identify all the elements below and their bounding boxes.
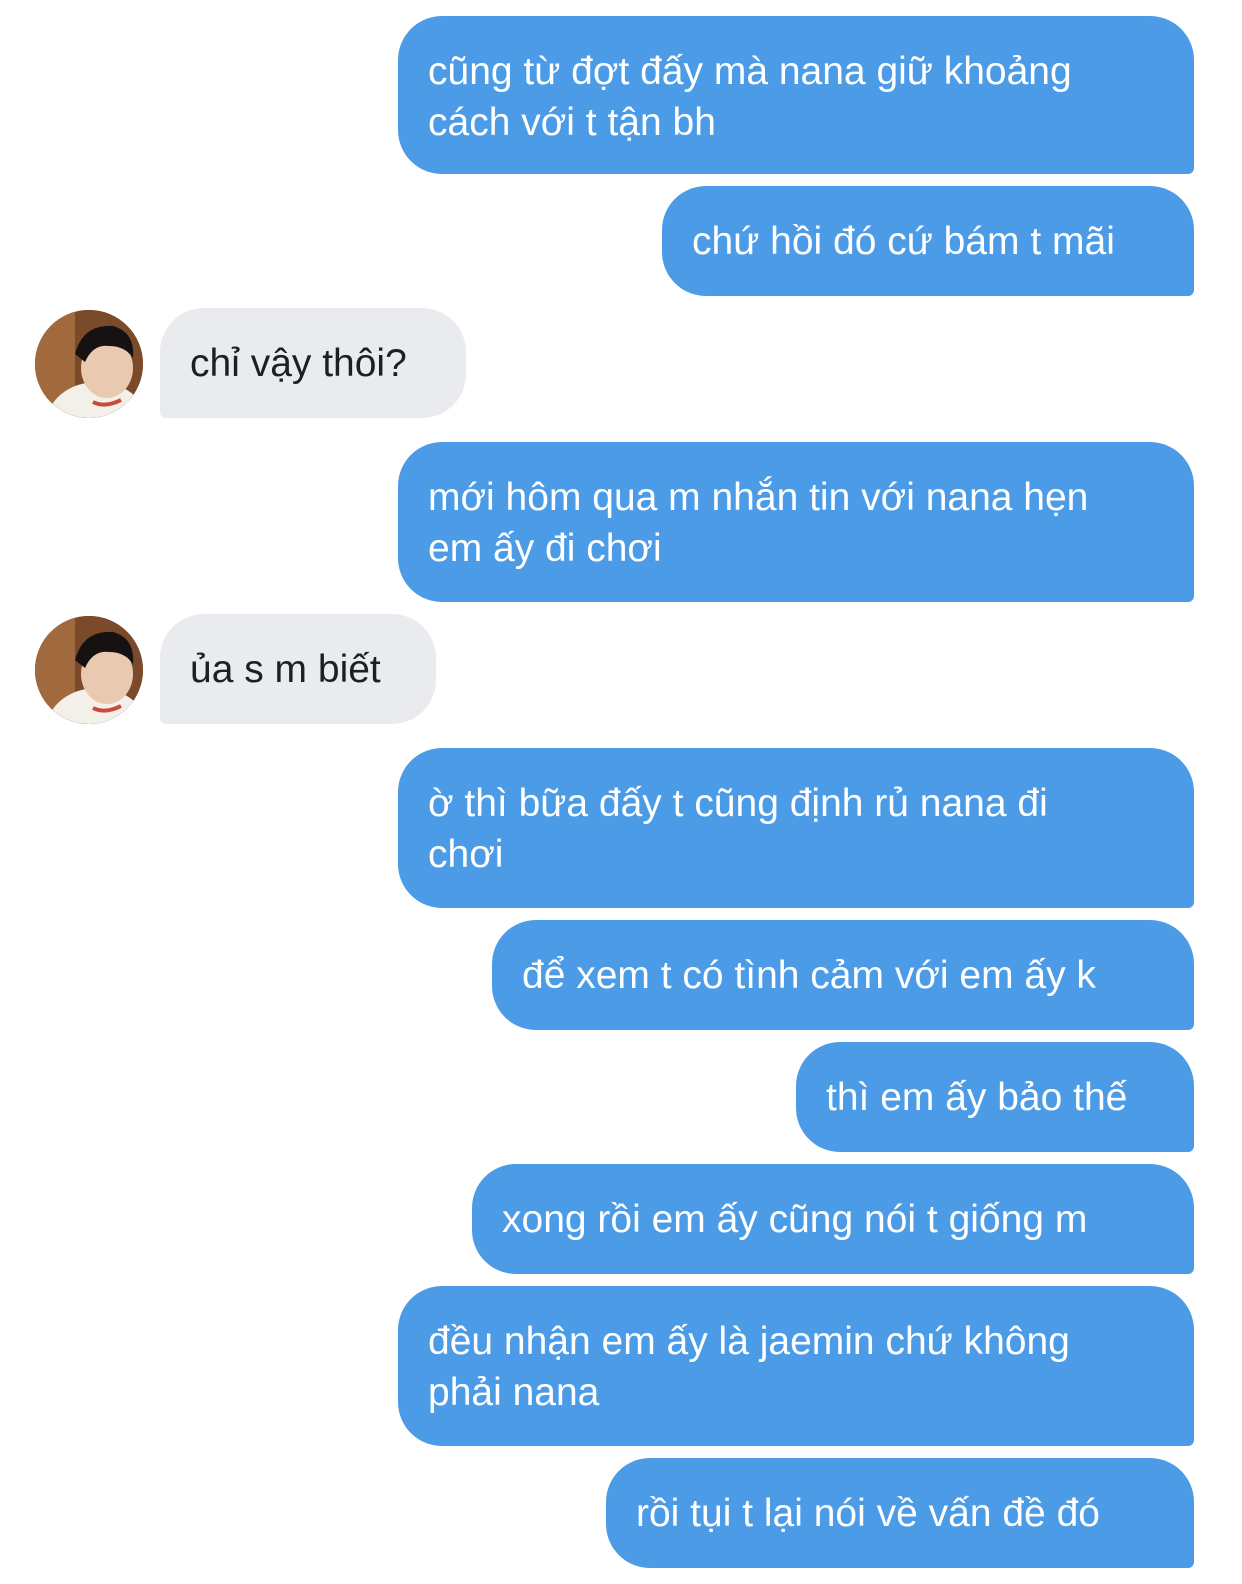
contact-avatar[interactable] bbox=[35, 310, 143, 418]
outgoing-message-bubble[interactable]: mới hôm qua m nhắn tin với nana hẹn em ấ… bbox=[398, 442, 1194, 602]
outgoing-message-bubble[interactable]: xong rồi em ấy cũng nói t giống m bbox=[472, 1164, 1194, 1274]
incoming-message-bubble[interactable]: chỉ vậy thôi? bbox=[160, 308, 466, 418]
outgoing-message-bubble[interactable]: cũng từ đợt đấy mà nana giữ khoảng cách … bbox=[398, 16, 1194, 174]
outgoing-message-bubble[interactable]: ờ thì bữa đấy t cũng định rủ nana đi chơ… bbox=[398, 748, 1194, 908]
outgoing-message-bubble[interactable]: rồi tụi t lại nói về vấn đề đó bbox=[606, 1458, 1194, 1568]
outgoing-message-bubble[interactable]: chứ hồi đó cứ bám t mãi bbox=[662, 186, 1194, 296]
incoming-message-bubble[interactable]: ủa s m biết bbox=[160, 614, 436, 724]
contact-avatar-photo bbox=[35, 310, 143, 418]
outgoing-message-bubble[interactable]: thì em ấy bảo thế bbox=[796, 1042, 1194, 1152]
contact-avatar-photo bbox=[35, 616, 143, 724]
contact-avatar[interactable] bbox=[35, 616, 143, 724]
outgoing-message-bubble[interactable]: để xem t có tình cảm với em ấy k bbox=[492, 920, 1194, 1030]
outgoing-message-bubble[interactable]: đều nhận em ấy là jaemin chứ không phải … bbox=[398, 1286, 1194, 1446]
